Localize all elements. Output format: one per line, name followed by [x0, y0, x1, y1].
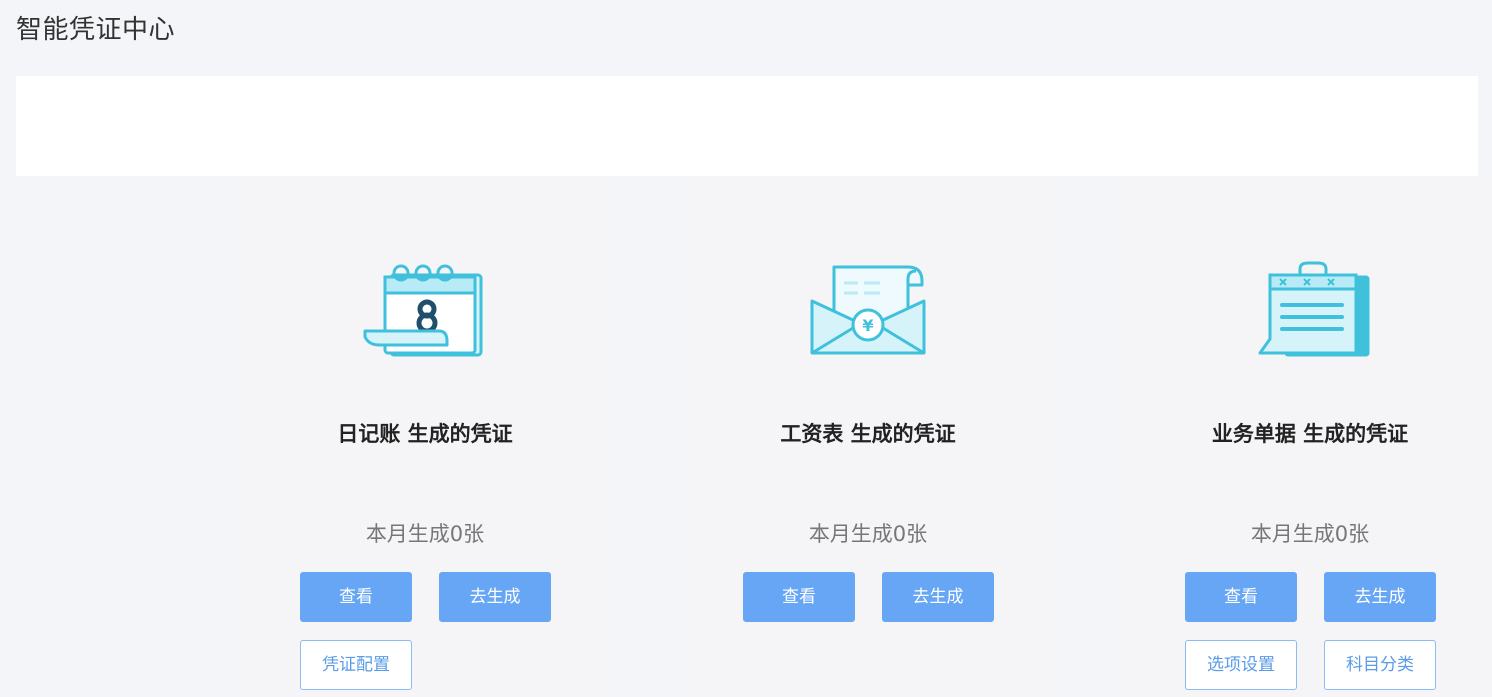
business-document-icon: [1258, 261, 1370, 357]
svg-text:¥: ¥: [862, 316, 873, 335]
calendar-icon: [363, 264, 483, 357]
card-title: 日记账 生成的凭证: [337, 422, 513, 446]
generate-button[interactable]: 去生成: [1324, 572, 1436, 622]
salary-envelope-icon: ¥: [810, 265, 926, 355]
monthly-count: 本月生成0张: [808, 522, 928, 546]
card-title: 工资表 生成的凭证: [780, 422, 956, 446]
card-title: 业务单据 生成的凭证: [1211, 422, 1409, 446]
generate-button[interactable]: 去生成: [439, 572, 551, 622]
journal-voucher-card: 日记账 生成的凭证 本月生成0张 查看 去生成 凭证配置: [237, 177, 613, 697]
view-button[interactable]: 查看: [300, 572, 412, 622]
monthly-count: 本月生成0张: [365, 522, 485, 546]
business-document-voucher-card: 业务单据 生成的凭证 本月生成0张 查看 去生成 选项设置 科目分类: [1122, 177, 1492, 697]
voucher-config-button[interactable]: 凭证配置: [300, 640, 412, 690]
generate-button[interactable]: 去生成: [882, 572, 994, 622]
page-title: 智能凭证中心: [16, 15, 176, 45]
option-settings-button[interactable]: 选项设置: [1185, 640, 1297, 690]
account-category-button[interactable]: 科目分类: [1324, 640, 1436, 690]
monthly-count: 本月生成0张: [1250, 522, 1370, 546]
view-button[interactable]: 查看: [1185, 572, 1297, 622]
view-button[interactable]: 查看: [743, 572, 855, 622]
content-panel: [16, 76, 1478, 176]
payroll-voucher-card: ¥ 工资表 生成的凭证 本月生成0张 查看 去生成: [680, 177, 1056, 697]
